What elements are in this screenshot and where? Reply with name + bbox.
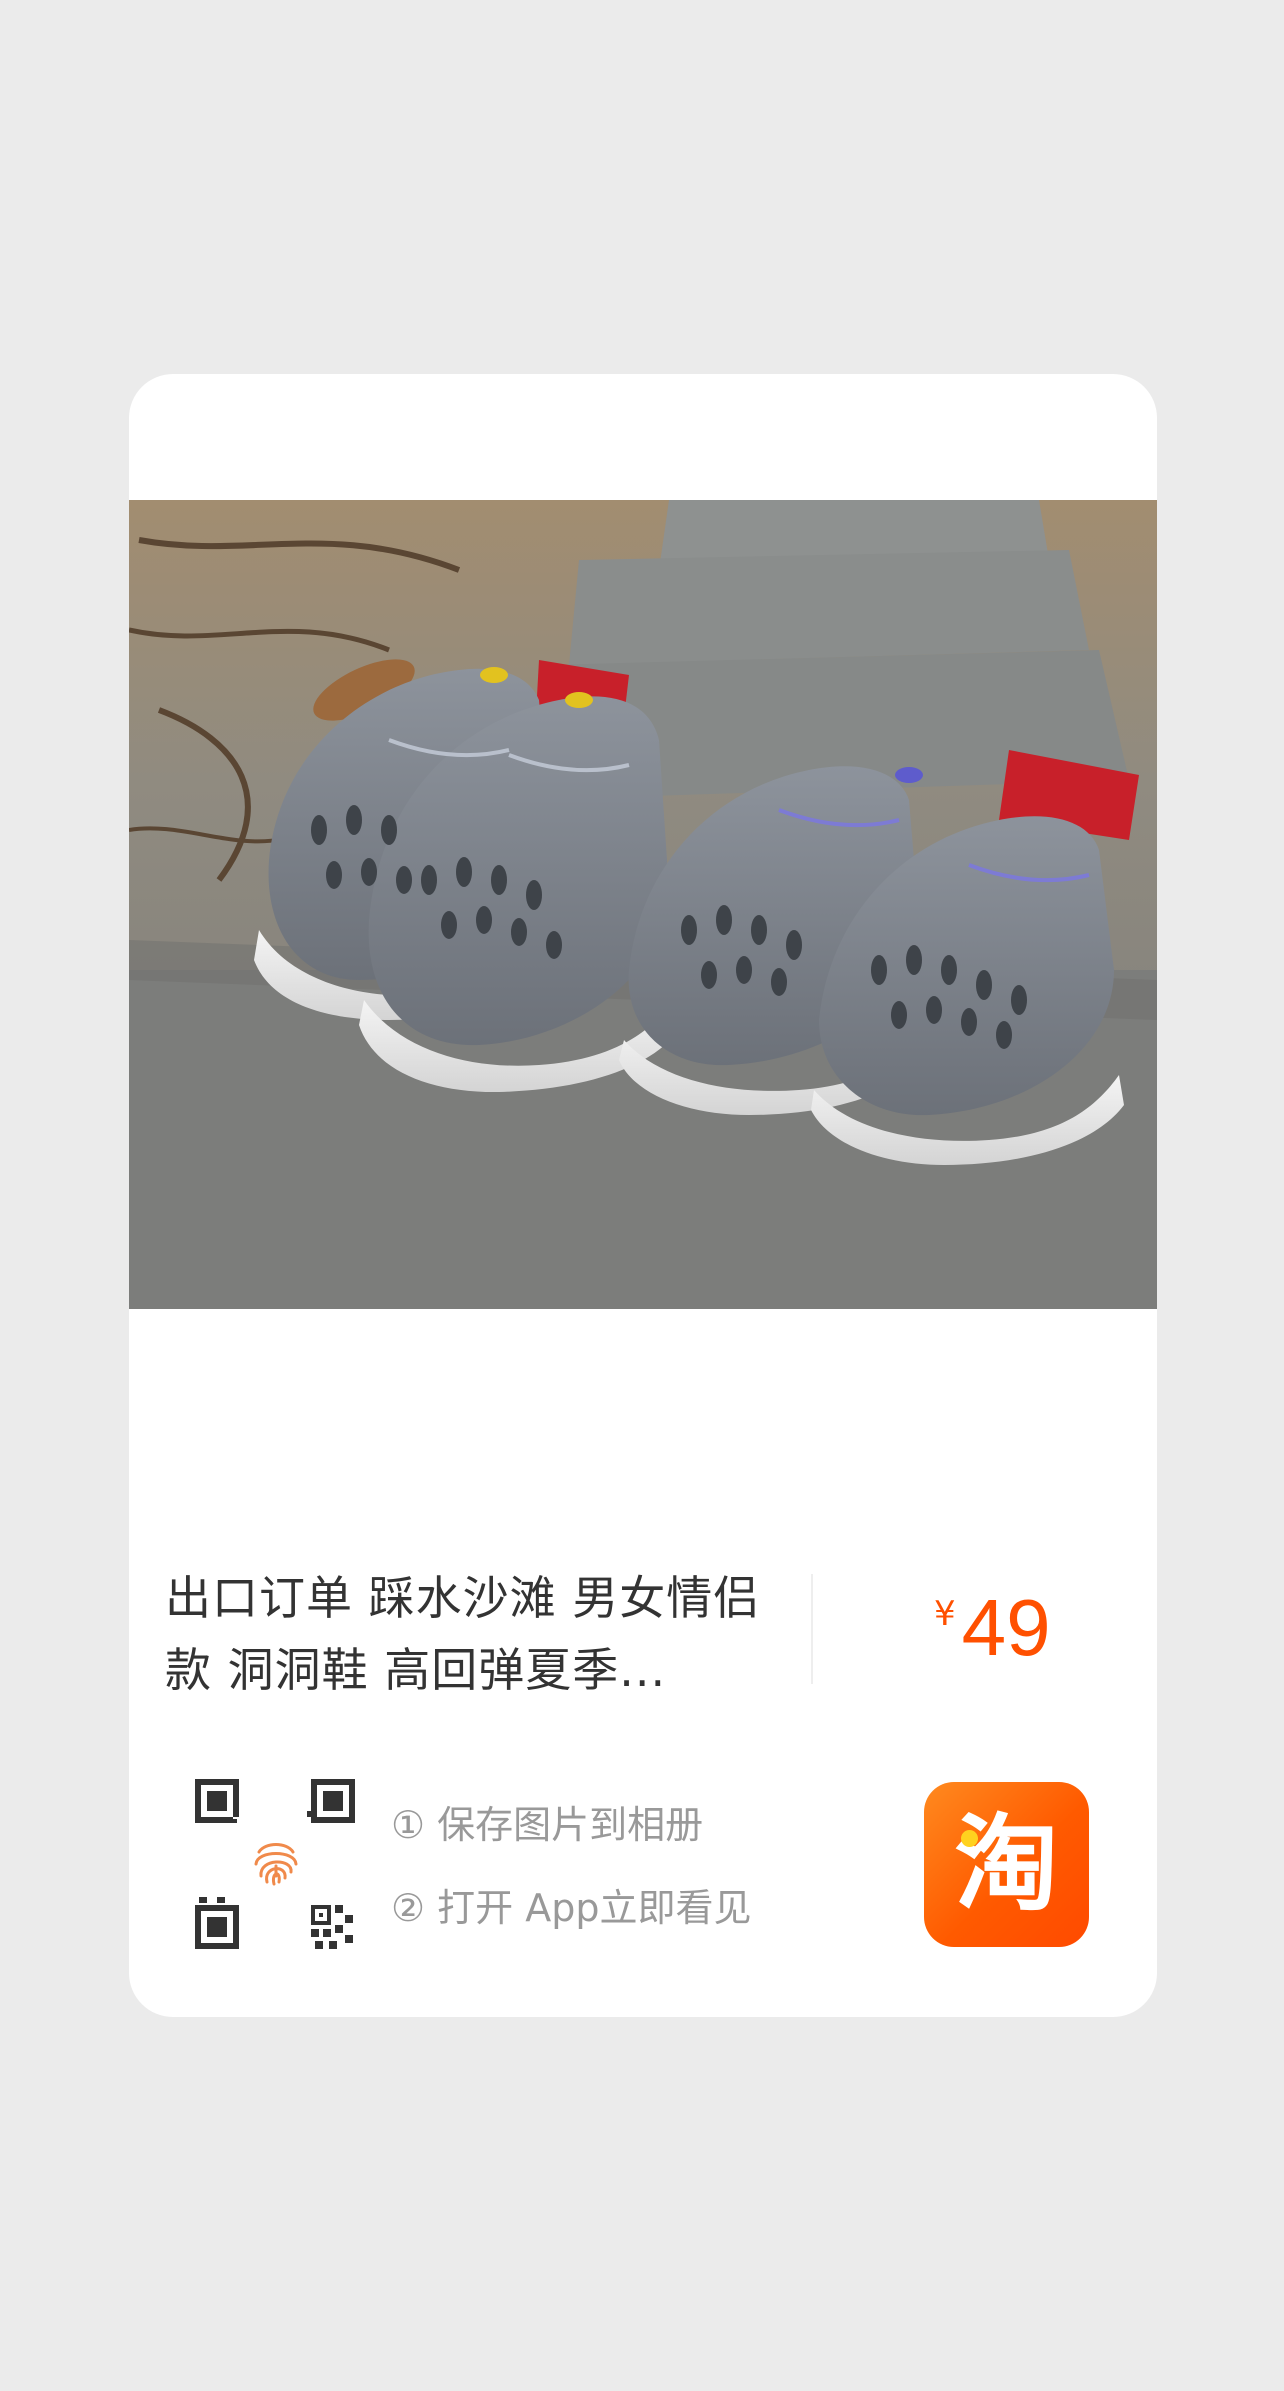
- fingerprint-icon: [254, 1843, 298, 1886]
- taobao-logo-icon[interactable]: 淘: [924, 1782, 1089, 1947]
- instruction-open-app: ② 打开 App立即看见: [391, 1886, 752, 1930]
- qr-code-icon: [195, 1779, 357, 1951]
- instruction-save-image: ① 保存图片到相册: [391, 1803, 704, 1847]
- product-title: 出口订单 踩水沙滩 男女情侣款 洞洞鞋 高回弹夏季...: [165, 1571, 761, 1697]
- product-image[interactable]: [129, 500, 1157, 1309]
- share-card: 出口订单 踩水沙滩 男女情侣款 洞洞鞋 高回弹夏季... ¥49 ① 保存图片到…: [129, 374, 1157, 2017]
- price-currency-symbol: ¥: [934, 1594, 956, 1634]
- logo-dot: [961, 1830, 978, 1847]
- price-amount: 49: [961, 1583, 1051, 1672]
- logo-glyph: 淘: [954, 1803, 1059, 1925]
- product-price: ¥49: [934, 1582, 1051, 1674]
- divider: [811, 1574, 813, 1684]
